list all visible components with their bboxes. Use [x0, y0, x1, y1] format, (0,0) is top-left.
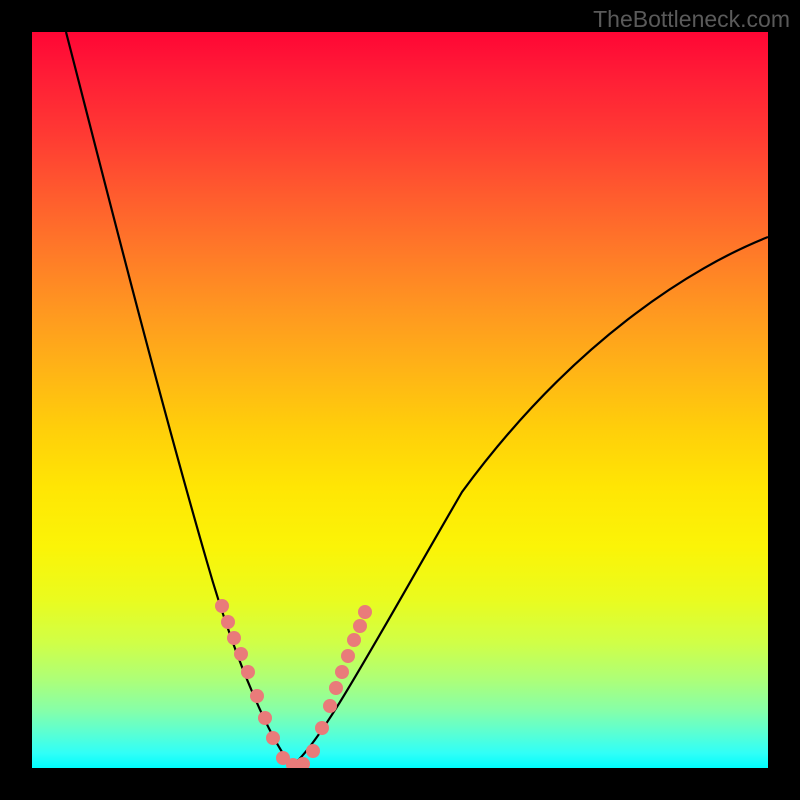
watermark-text: TheBottleneck.com: [593, 6, 790, 33]
bottleneck-markers: [215, 599, 372, 768]
curve-right-branch: [292, 237, 768, 766]
plot-area: [32, 32, 768, 768]
curve-left-branch: [66, 32, 292, 766]
chart-svg: [32, 32, 768, 768]
chart-frame: TheBottleneck.com: [0, 0, 800, 800]
